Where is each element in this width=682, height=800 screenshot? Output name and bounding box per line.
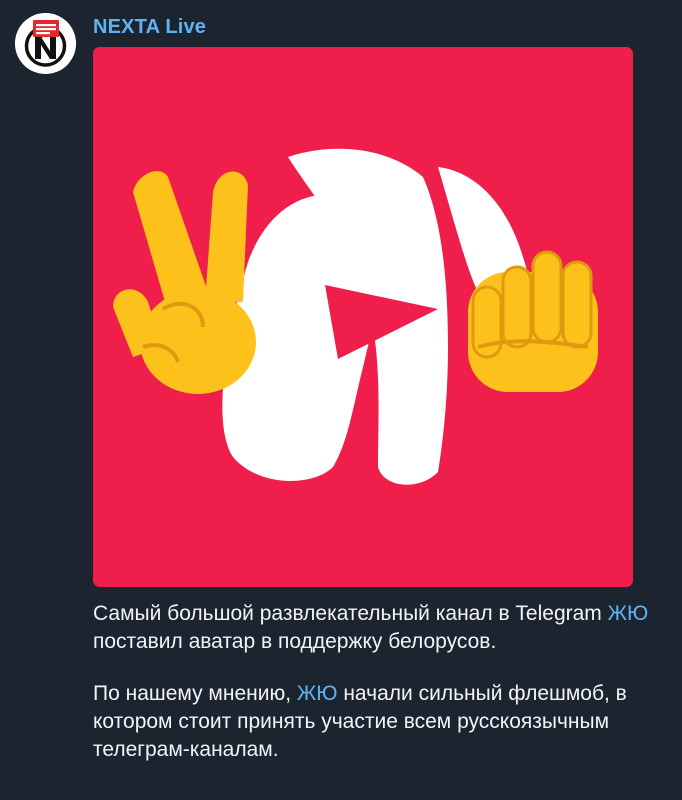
mention-link[interactable]: ЖЮ [297, 682, 338, 705]
post-image[interactable] [93, 47, 633, 587]
caption-text: Самый большой развлекательный канал в Te… [93, 602, 608, 625]
post-caption: Самый большой развлекательный канал в Te… [93, 600, 668, 764]
channel-name[interactable]: NEXTA Live [93, 16, 206, 39]
caption-text: По нашему мнению, [93, 682, 297, 705]
caption-paragraph-2: По нашему мнению, ЖЮ начали сильный флеш… [93, 680, 668, 764]
caption-paragraph-1: Самый большой развлекательный канал в Te… [93, 600, 668, 656]
nexta-logo-icon [15, 13, 76, 74]
mention-link[interactable]: ЖЮ [608, 602, 649, 625]
caption-text: поставил аватар в поддержку белорусов. [93, 630, 497, 653]
channel-avatar[interactable] [15, 13, 76, 74]
